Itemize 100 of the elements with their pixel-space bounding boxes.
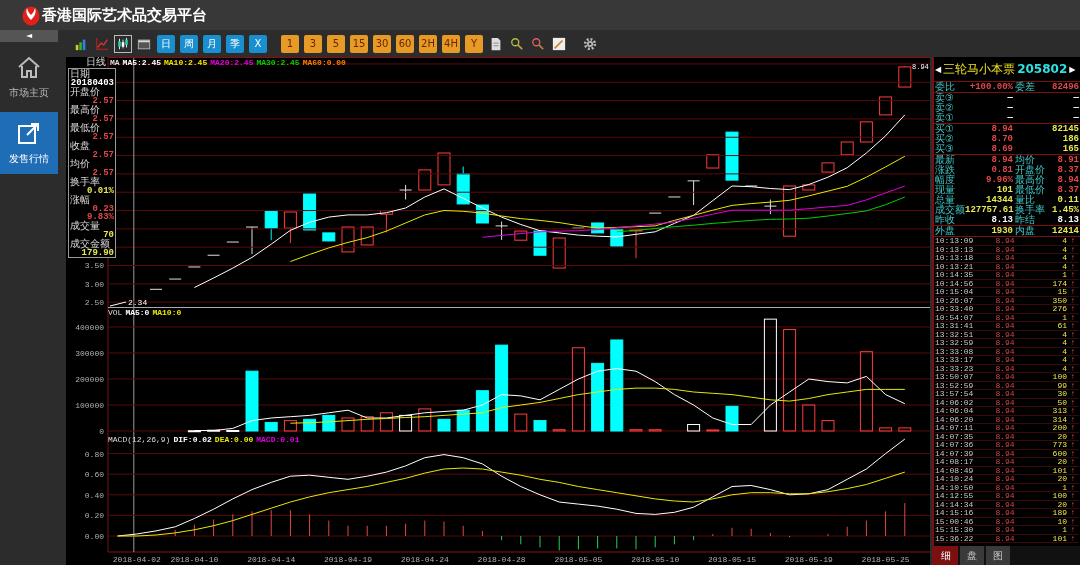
trade-volume: 61 xyxy=(1056,322,1067,331)
price-label: 2.34 xyxy=(128,298,148,307)
sidebar-item[interactable]: 市场主页 xyxy=(0,46,58,108)
interval-button[interactable]: 5 xyxy=(327,34,345,53)
trade-price: 8.94 xyxy=(994,279,1016,288)
product-code: 205802 xyxy=(1017,62,1068,76)
quote-value: 1.45% xyxy=(1051,205,1079,215)
axis-label: 0 xyxy=(99,427,104,435)
trade-arrow: ↑ xyxy=(1069,517,1077,526)
trade-time: 10:15:04 xyxy=(935,288,975,297)
info-label: 最低价 xyxy=(70,123,100,133)
axis-label: 0.20 xyxy=(84,511,104,521)
period-button[interactable]: X xyxy=(249,34,267,53)
interval-button[interactable]: Y xyxy=(465,34,483,53)
quote-value: 101 xyxy=(995,185,1013,195)
quote-value: 82145 xyxy=(1051,124,1079,134)
trade-arrow: ↑ xyxy=(1069,245,1077,254)
quote-label: 买③ xyxy=(935,144,955,154)
trade-price: 8.94 xyxy=(994,271,1016,280)
trade-volume: 4 xyxy=(1061,254,1067,263)
trade-volume: 101 xyxy=(1051,534,1067,543)
collapse-button[interactable]: ◄ xyxy=(0,30,58,42)
trade-price: 8.94 xyxy=(994,339,1016,348)
panel-tab[interactable]: 图 xyxy=(986,546,1010,565)
volume-bar xyxy=(706,429,720,432)
trade-time: 13:33:08 xyxy=(935,347,975,356)
axis-label: 300000 xyxy=(75,348,104,358)
panel-tab[interactable]: 盘 xyxy=(960,546,984,565)
trade-volume: 101 xyxy=(1051,466,1067,475)
trade-price: 8.94 xyxy=(994,322,1016,331)
trade-price: 8.94 xyxy=(994,313,1016,322)
quote-value: 1930 xyxy=(990,226,1013,236)
quote-value: — xyxy=(1072,103,1079,113)
next-button[interactable]: ▶ xyxy=(1069,64,1076,74)
trade-volume: 189 xyxy=(1051,509,1067,518)
interval-button[interactable]: 15 xyxy=(350,34,368,53)
interval-button[interactable]: 4H xyxy=(442,34,460,53)
trade-time: 10:54:07 xyxy=(935,313,975,322)
panel-tab[interactable]: 细 xyxy=(934,546,958,565)
info-value: 0.01% xyxy=(87,187,114,195)
candlestick-icon[interactable] xyxy=(114,34,132,53)
candle xyxy=(456,166,470,205)
interval-button[interactable]: 2H xyxy=(419,34,437,53)
info-label: 日期 xyxy=(70,69,91,79)
quote-label: 成交额 xyxy=(935,205,965,215)
interval-button[interactable]: 3 xyxy=(304,34,322,53)
quote-value: 8.70 xyxy=(990,134,1013,144)
volume-bar xyxy=(283,420,297,432)
trade-price: 8.94 xyxy=(994,432,1016,441)
quote-value: 8.94 xyxy=(1056,175,1079,185)
home-icon xyxy=(16,54,42,80)
info-value: 70 xyxy=(102,231,114,239)
trade-arrow: ↑ xyxy=(1069,262,1077,271)
trade-volume: 4 xyxy=(1061,356,1067,365)
period-button[interactable]: 月 xyxy=(203,34,221,53)
quote-label: 均价 xyxy=(1014,155,1035,165)
trade-price: 8.94 xyxy=(994,466,1016,475)
previous-button[interactable]: ◀ xyxy=(935,64,942,74)
trade-price: 8.94 xyxy=(994,381,1016,390)
trade-price: 8.94 xyxy=(994,347,1016,356)
leader-line xyxy=(109,301,127,307)
volume-bar xyxy=(341,417,355,432)
candle xyxy=(514,230,528,241)
date-label: 2018-04-14 xyxy=(247,555,296,564)
trade-volume: 4 xyxy=(1061,237,1067,246)
trade-time: 13:32:51 xyxy=(935,330,975,339)
period-button[interactable]: 季 xyxy=(226,34,244,53)
quote-label: 买② xyxy=(935,134,955,144)
period-button[interactable]: 日 xyxy=(157,34,175,53)
trade-time: 15:00:46 xyxy=(935,517,975,526)
axis-label: 400000 xyxy=(75,322,104,332)
trade-arrow: ↑ xyxy=(1069,407,1077,416)
trade-volume: 4 xyxy=(1061,330,1067,339)
trade-arrow: ↑ xyxy=(1069,339,1077,348)
period-button[interactable]: 周 xyxy=(180,34,198,53)
trade-time: 13:52:59 xyxy=(935,381,975,390)
interval-button[interactable]: 1 xyxy=(281,34,299,53)
indicator-label: MA20:2.45 xyxy=(210,58,254,68)
quote-label: 最低价 xyxy=(1014,185,1043,195)
trade-time: 10:33:40 xyxy=(935,305,975,314)
indicator-title: MACD(12,26,9) xyxy=(108,435,171,445)
trade-arrow: ↑ xyxy=(1069,424,1077,433)
trade-volume: 276 xyxy=(1051,305,1067,314)
info-label: 最高价 xyxy=(70,105,100,115)
trade-time: 13:32:59 xyxy=(935,339,975,348)
quote-label: 卖③ xyxy=(935,93,955,103)
volume-bar xyxy=(245,370,259,432)
quote-value: 8.94 xyxy=(990,155,1013,165)
trade-arrow: ↑ xyxy=(1069,390,1077,399)
trade-time: 10:13:13 xyxy=(935,245,975,254)
interval-button[interactable]: 30 xyxy=(373,34,391,53)
info-label: 成交金额 xyxy=(70,239,110,249)
trade-time: 15:15:30 xyxy=(935,526,975,535)
quote-label: 量比 xyxy=(1014,195,1035,205)
sidebar-item[interactable]: 发售行情 xyxy=(0,112,58,174)
trade-time: 14:07:36 xyxy=(935,441,975,450)
interval-button[interactable]: 60 xyxy=(396,34,414,53)
trade-arrow: ↑ xyxy=(1069,347,1077,356)
trade-time: 14:14:34 xyxy=(935,500,975,509)
quote-label: 最高价 xyxy=(1014,175,1043,185)
